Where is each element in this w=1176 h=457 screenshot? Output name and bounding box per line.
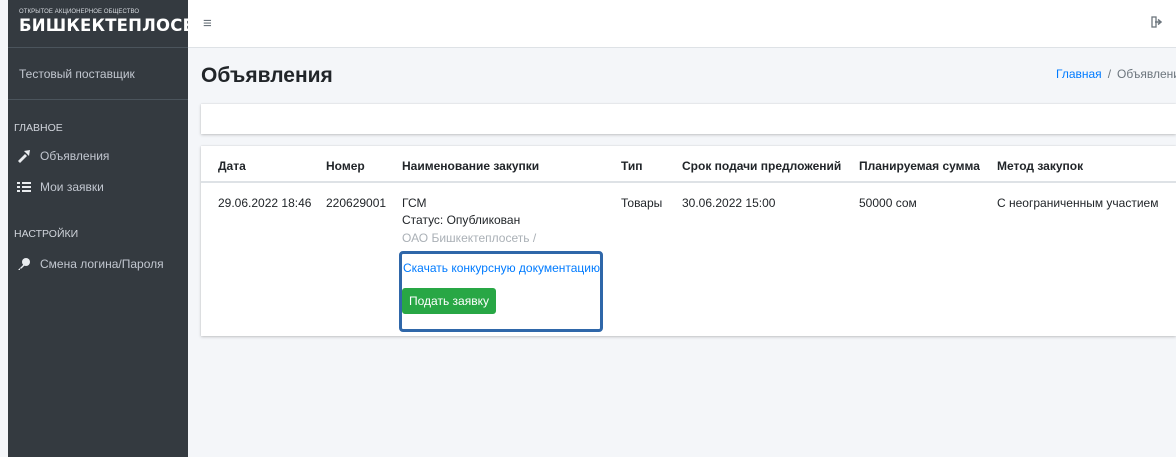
sidebar-item-change-password[interactable]: Смена логина/Пароля: [16, 255, 164, 273]
breadcrumb-current: Объявления: [1117, 67, 1176, 81]
hamburger-icon[interactable]: ≡: [203, 16, 212, 31]
cell-deadline: 30.06.2022 15:00: [682, 196, 776, 210]
column-header-name: Наименование закупки: [402, 159, 540, 173]
column-header-number: Номер: [326, 159, 365, 173]
cell-number: 220629001: [326, 196, 387, 210]
download-documentation-link[interactable]: Скачать конкурсную документацию: [403, 261, 600, 275]
breadcrumb-separator: /: [1107, 67, 1112, 81]
nav-header-main: ГЛАВНОЕ: [14, 122, 63, 134]
breadcrumb: Главная / Объявления: [1056, 67, 1176, 81]
bullhorn-icon: [16, 149, 32, 163]
column-header-type: Тип: [621, 159, 643, 173]
announcements-table: Дата Номер Наименование закупки Тип Срок…: [201, 146, 1176, 336]
filter-card: [201, 104, 1176, 134]
column-header-amount: Планируемая сумма: [859, 159, 980, 173]
brand-name: БИШКЕКТЕПЛОСЕТЬ: [19, 16, 219, 35]
submit-application-button[interactable]: Подать заявку: [402, 288, 496, 314]
brand-logo[interactable]: ОТКРЫТОЕ АКЦИОНЕРНОЕ ОБЩЕСТВО БИШКЕКТЕПЛ…: [8, 0, 219, 48]
sidebar-item-label: Смена логина/Пароля: [40, 257, 164, 271]
nav-header-settings: НАСТРОЙКИ: [14, 228, 79, 240]
cell-name: ГСМ: [402, 196, 427, 210]
sidebar-item-announcements[interactable]: Объявления: [16, 147, 109, 165]
column-header-deadline: Срок подачи предложений: [682, 159, 842, 173]
key-icon: [16, 257, 32, 271]
sidebar-item-my-applications[interactable]: Мои заявки: [16, 178, 104, 196]
sidebar-item-label: Мои заявки: [40, 180, 104, 194]
column-header-date: Дата: [218, 159, 246, 173]
sign-out-icon[interactable]: [1151, 16, 1163, 31]
breadcrumb-home-link[interactable]: Главная: [1056, 67, 1102, 81]
cell-status: Статус: Опубликован: [402, 213, 521, 227]
sidebar-item-label: Объявления: [40, 149, 110, 163]
table-header: Дата Номер Наименование закупки Тип Срок…: [201, 146, 1176, 183]
cell-type: Товары: [621, 196, 663, 210]
column-header-method: Метод закупок: [997, 159, 1084, 173]
cell-method: С неограниченным участием: [997, 196, 1159, 210]
page-title: Объявления: [201, 64, 333, 87]
top-navbar: ≡: [188, 0, 1176, 48]
cell-organization: ОАО Бишкектеплосеть /: [402, 231, 537, 245]
cell-amount: 50000 сом: [859, 196, 917, 210]
sidebar: ОТКРЫТОЕ АКЦИОНЕРНОЕ ОБЩЕСТВО БИШКЕКТЕПЛ…: [8, 0, 219, 457]
list-icon: [16, 180, 32, 194]
user-name[interactable]: Тестовый поставщик: [8, 48, 188, 100]
cell-date: 29.06.2022 18:46: [218, 196, 312, 210]
brand-subtitle: ОТКРЫТОЕ АКЦИОНЕРНОЕ ОБЩЕСТВО: [19, 9, 140, 15]
